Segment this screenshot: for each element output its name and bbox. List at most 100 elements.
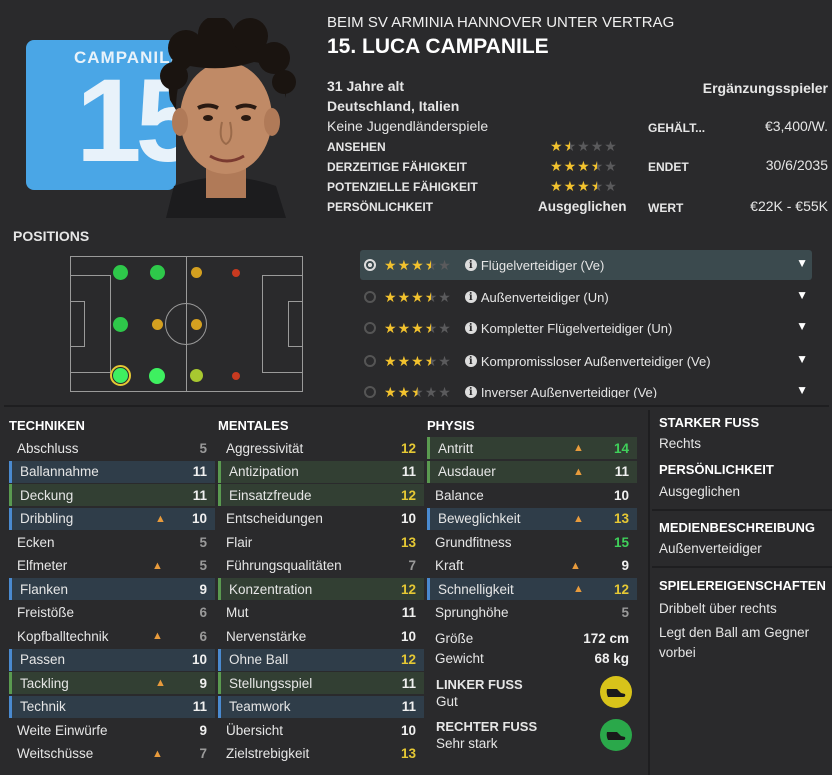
star-icon: ★ [438, 384, 451, 398]
trend-up-icon: ▲ [152, 630, 163, 642]
attribute-row[interactable]: Elfmeter ▲ 5 [9, 555, 215, 577]
attribute-name: Mut [226, 605, 249, 620]
star-icon: ★ [563, 138, 577, 154]
info-icon[interactable]: i [464, 322, 477, 334]
star-icon: ★ [577, 178, 590, 194]
attribute-row[interactable]: Kopfballtechnik ▲ 6 [9, 625, 215, 647]
attribute-row[interactable]: Übersicht 10 [218, 719, 424, 741]
attribute-value: 9 [199, 722, 207, 738]
attribute-row[interactable]: Abschluss 5 [9, 437, 215, 459]
mental-title: MENTALES [218, 418, 289, 433]
attribute-row[interactable]: Ohne Ball 12 [218, 648, 424, 671]
attribute-row[interactable]: Stellungsspiel 11 [218, 672, 424, 694]
position-dot [232, 269, 240, 277]
attribute-row[interactable]: Kraft ▲ 9 [427, 555, 637, 577]
attribute-row[interactable]: Nervenstärke 10 [218, 625, 424, 647]
attribute-row[interactable]: Entscheidungen 10 [218, 508, 424, 530]
attribute-row[interactable]: Teamwork 11 [218, 695, 424, 718]
radio-button[interactable] [364, 355, 376, 367]
attribute-row[interactable]: Einsatzfreude 12 [218, 484, 424, 506]
attribute-row[interactable]: Führungsqualitäten 7 [218, 555, 424, 577]
side-divider [652, 509, 832, 511]
attribute-name: Entscheidungen [226, 511, 323, 526]
info-icon[interactable]: i [464, 259, 477, 271]
attribute-row[interactable]: Technik 11 [9, 695, 215, 718]
section-divider [4, 405, 829, 407]
attribute-row[interactable]: Freistöße 6 [9, 602, 215, 624]
attribute-value: 13 [400, 534, 416, 550]
goal-box-right [288, 301, 302, 347]
chevron-down-icon[interactable]: ▼ [796, 319, 808, 333]
attribute-value: 5 [199, 558, 207, 573]
attribute-row[interactable]: Sprunghöhe 5 [427, 602, 637, 624]
star-icon: ★ [384, 289, 397, 305]
strong-foot-title: STARKER FUSS [659, 415, 760, 430]
attribute-value: 11 [192, 699, 207, 714]
attribute-value: 11 [192, 487, 207, 503]
attribute-row[interactable]: Mut 11 [218, 602, 424, 624]
attribute-row[interactable]: Flanken 9 [9, 578, 215, 600]
trend-up-icon: ▲ [573, 442, 584, 454]
attribute-value: 11 [401, 605, 416, 620]
attribute-row[interactable]: Deckung 11 [9, 484, 215, 506]
attribute-name: Kopfballtechnik [17, 628, 109, 644]
radio-button[interactable] [364, 386, 376, 398]
chevron-down-icon[interactable]: ▼ [796, 288, 808, 302]
attribute-row[interactable]: Balance 10 [427, 484, 637, 506]
star-icon: ★ [550, 138, 563, 154]
attribute-row[interactable]: Flair 13 [218, 531, 424, 553]
attribute-row[interactable]: Weitschüsse ▲ 7 [9, 743, 215, 765]
youth-caps: Keine Jugendländerspiele [327, 118, 489, 134]
media-value: Außenverteidiger [659, 541, 762, 556]
attribute-row[interactable]: Weite Einwürfe 9 [9, 719, 215, 741]
trend-up-icon: ▲ [155, 512, 166, 525]
attribute-name: Balance [435, 487, 484, 503]
radio-button[interactable] [364, 322, 376, 334]
pitch-diagram [70, 256, 303, 392]
role-item[interactable]: ★ ★ ★ ★ ★ i Inverser Außenverteidiger (Ve) ▼ [360, 377, 812, 398]
attribute-name: Antizipation [229, 464, 299, 479]
info-icon[interactable]: i [464, 355, 477, 367]
chevron-down-icon[interactable]: ▼ [796, 383, 808, 397]
star-icon: ★ [438, 257, 451, 273]
star-icon: ★ [424, 353, 438, 369]
role-item[interactable]: ★ ★ ★ ★ ★ i Flügelverteidiger (Ve) ▼ [360, 250, 812, 280]
radio-button[interactable] [364, 259, 376, 271]
attribute-name: Führungsqualitäten [226, 558, 342, 573]
chevron-down-icon[interactable]: ▼ [796, 256, 808, 270]
trend-up-icon: ▲ [152, 747, 163, 760]
star-icon: ★ [384, 257, 397, 273]
role-label: Außenverteidiger (Un) [480, 289, 609, 305]
attribute-row[interactable]: Antritt ▲ 14 [427, 437, 637, 459]
star-icon: ★ [577, 158, 590, 174]
role-item[interactable]: ★ ★ ★ ★ ★ i Kompromissloser Außenverteidiger… [360, 346, 812, 376]
attribute-value: 11 [401, 464, 416, 479]
attribute-row[interactable]: Konzentration 12 [218, 578, 424, 600]
star-icon: ★ [590, 138, 604, 154]
traits-title: SPIELEREIGENSCHAFTEN [659, 578, 826, 593]
attribute-row[interactable]: Ausdauer ▲ 11 [427, 460, 637, 483]
position-dot-selected [113, 368, 128, 383]
radio-button[interactable] [364, 291, 376, 303]
attribute-row[interactable]: Schnelligkeit ▲ 12 [427, 578, 637, 600]
attribute-row[interactable]: Beweglichkeit ▲ 13 [427, 507, 637, 530]
attribute-row[interactable]: Grundfitness 15 [427, 531, 637, 553]
strong-foot-value: Rechts [659, 436, 702, 451]
info-icon[interactable]: i [464, 291, 477, 303]
star-icon: ★ [550, 158, 563, 174]
attribute-row[interactable]: Aggressivität 12 [218, 437, 424, 459]
attribute-row[interactable]: Ecken 5 [9, 531, 215, 553]
attribute-row[interactable]: Ballannahme 11 [9, 460, 215, 483]
attribute-row[interactable]: Antizipation 11 [218, 460, 424, 483]
attribute-row[interactable]: Passen 10 [9, 648, 215, 671]
attribute-row[interactable]: Tackling ▲ 9 [9, 672, 215, 694]
info-icon[interactable]: i [464, 386, 477, 398]
role-list[interactable]: ★ ★ ★ ★ ★ i Flügelverteidiger (Ve) ▼ ★ ★ ★ ★ ★ i… [360, 250, 812, 398]
height-value: 172 cm [583, 630, 629, 646]
chevron-down-icon[interactable]: ▼ [796, 352, 808, 366]
attribute-row[interactable]: Dribbling ▲ 10 [9, 507, 215, 530]
role-item[interactable]: ★ ★ ★ ★ ★ i Kompletter Flügelverteidiger (Un… [360, 313, 812, 343]
role-item[interactable]: ★ ★ ★ ★ ★ i Außenverteidiger (Un) ▼ [360, 282, 812, 312]
attribute-row[interactable]: Zielstrebigkeit 13 [218, 743, 424, 765]
star-icon: ★ [563, 178, 577, 194]
